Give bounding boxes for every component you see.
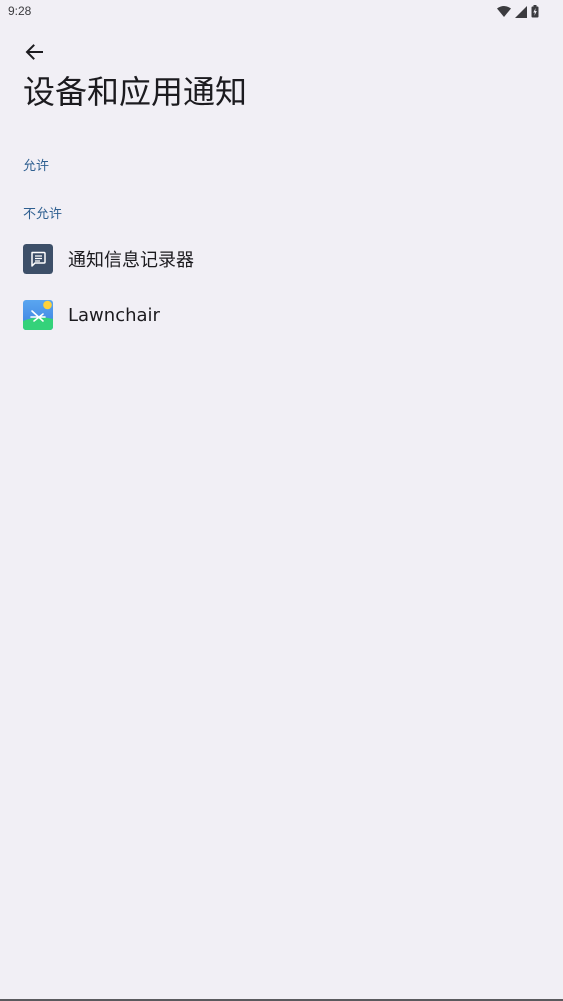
status-bar: 9:28 bbox=[0, 0, 563, 24]
app-item-lawnchair[interactable]: Lawnchair bbox=[0, 287, 563, 343]
lawnchair-icon bbox=[23, 300, 53, 330]
page-title: 设备和应用通知 bbox=[23, 73, 248, 111]
wifi-icon bbox=[497, 6, 511, 17]
section-header-allowed: 允许 bbox=[23, 159, 50, 174]
app-item-notification-logger[interactable]: 通知信息记录器 bbox=[0, 231, 563, 287]
status-icons bbox=[497, 5, 539, 18]
back-button[interactable] bbox=[20, 40, 48, 68]
status-time: 9:28 bbox=[8, 4, 32, 18]
arrow-back-icon bbox=[25, 44, 43, 64]
message-icon bbox=[23, 244, 53, 274]
app-name: 通知信息记录器 bbox=[68, 250, 194, 271]
app-name: Lawnchair bbox=[68, 304, 160, 326]
battery-icon bbox=[531, 5, 539, 18]
section-header-not-allowed: 不允许 bbox=[23, 207, 63, 222]
cellular-signal-icon bbox=[515, 5, 527, 18]
